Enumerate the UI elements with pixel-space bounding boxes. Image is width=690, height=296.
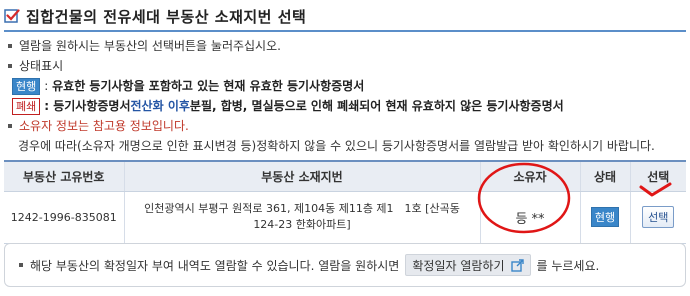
separator: : (44, 79, 49, 93)
cell-status: 현행 (579, 191, 630, 244)
cell-owner: 등 ** (479, 191, 580, 244)
notice-text-post: 를 누르세요. (536, 258, 600, 273)
table-header-row: 부동산 고유번호 부동산 소재지번 소유자 상태 선택 (4, 160, 686, 192)
notice-box: 해당 부동산의 확정일자 부여 내역도 열람할 수 있습니다. 열람을 원하시면… (4, 243, 686, 287)
owner-note: 소유자 정보는 참고용 정보입니다. (19, 119, 189, 133)
guide-line-closed: 폐쇄 : 등기사항증명서 전산화 이후 분필, 합병, 멸실등으로 인해 폐쇄되… (6, 96, 686, 116)
header-status: 상태 (579, 160, 630, 192)
property-table: 부동산 고유번호 부동산 소재지번 소유자 상태 선택 1242-1996-83… (4, 160, 686, 244)
closed-description-highlight: 전산화 이후 (130, 99, 190, 113)
owner-value: 등 ** (515, 208, 544, 227)
page-title: 집합건물의 전유세대 부동산 소재지번 선택 (26, 7, 307, 26)
page-header: 집합건물의 전유세대 부동산 소재지번 선택 (4, 3, 306, 29)
header-select: 선택 (629, 160, 686, 192)
active-description: 유효한 등기사항을 포함하고 있는 현재 유효한 등기사항증명서 (52, 79, 365, 93)
confirm-date-view-button[interactable]: 확정일자 열람하기 (405, 254, 531, 276)
cell-address: 인천광역시 부평구 원적로 361, 제104동 제11층 제1 1호 [산곡동… (123, 191, 480, 244)
owner-note-detail: 경우에 따라(소유자 개명으로 인한 표시변경 등)정확하지 않을 수 있으니 … (18, 139, 655, 153)
bullet-icon (8, 64, 12, 68)
guide-text: 상태표시 (19, 59, 64, 73)
active-tag: 현행 (12, 77, 41, 95)
status-badge: 현행 (590, 207, 620, 227)
title-divider (4, 30, 686, 32)
header-owner: 소유자 (479, 160, 580, 192)
bullet-icon (8, 44, 12, 48)
bullet-icon (8, 124, 12, 128)
notice-text-pre: 해당 부동산의 확정일자 부여 내역도 열람할 수 있습니다. 열람을 원하시면 (30, 258, 400, 273)
closed-tag: 폐쇄 (12, 97, 41, 115)
bullet-icon (19, 263, 23, 267)
guide-section: 열람을 원하시는 부동산의 선택버튼을 눌러주십시오. 상태표시 현행 : 유효… (6, 36, 686, 156)
header-address: 부동산 소재지번 (123, 160, 480, 192)
guide-text: 열람을 원하시는 부동산의 선택버튼을 눌러주십시오. (19, 39, 281, 53)
guide-line-select: 열람을 원하시는 부동산의 선택버튼을 눌러주십시오. (6, 36, 686, 56)
closed-description-pre: : 등기사항증명서 (44, 99, 131, 113)
cell-id: 1242-1996-835081 (4, 191, 124, 244)
guide-line-active: 현행 : 유효한 등기사항을 포함하고 있는 현재 유효한 등기사항증명서 (6, 76, 686, 96)
closed-description-post: 분필, 합병, 멸실등으로 인해 폐쇄되어 현재 유효하지 않은 등기사항증명서 (189, 99, 564, 113)
guide-line-status: 상태표시 (6, 56, 686, 76)
check-box-icon (4, 8, 20, 24)
guide-line-owner-note: 소유자 정보는 참고용 정보입니다. (6, 116, 686, 136)
header-id: 부동산 고유번호 (4, 160, 124, 192)
cell-select: 선택 (629, 191, 686, 244)
external-link-icon (510, 258, 524, 272)
owner-text: 등 ** (515, 211, 545, 227)
guide-line-owner-detail: 경우에 따라(소유자 개명으로 인한 표시변경 등)정확하지 않을 수 있으니 … (6, 136, 686, 156)
table-row: 1242-1996-835081 인천광역시 부평구 원적로 361, 제104… (4, 191, 686, 244)
select-button[interactable]: 선택 (642, 206, 675, 228)
confirm-date-button-label: 확정일자 열람하기 (412, 258, 505, 273)
